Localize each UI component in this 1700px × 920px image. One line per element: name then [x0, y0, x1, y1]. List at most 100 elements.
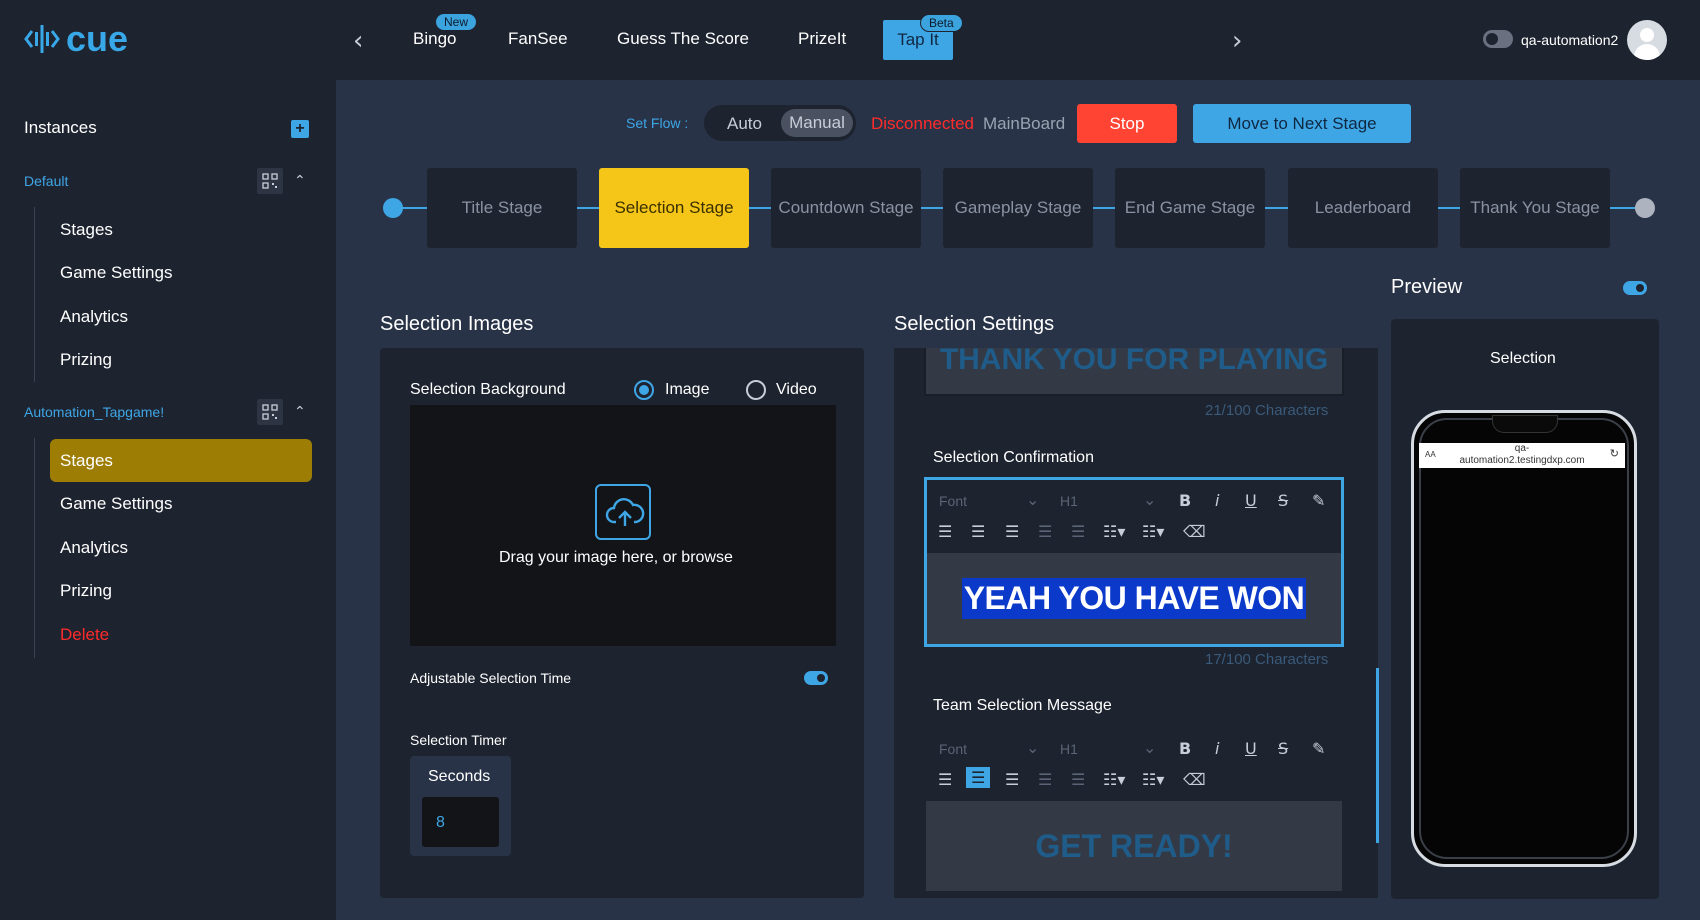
image-radio-label[interactable]: Image: [665, 381, 709, 399]
dropzone-text[interactable]: Drag your image here, or browse: [499, 549, 733, 567]
flow-manual-option[interactable]: Manual: [781, 109, 853, 137]
new-badge: New: [436, 14, 477, 30]
username: qa-automation2: [1521, 32, 1619, 48]
sidebar-item-game-settings[interactable]: Game Settings: [60, 263, 172, 283]
preview-toggle[interactable]: [1623, 281, 1647, 295]
qr-code-icon[interactable]: [257, 168, 283, 194]
nav-bingo[interactable]: Bingo: [413, 29, 456, 49]
nav-prizeit[interactable]: PrizeIt: [798, 29, 846, 49]
sidebar-item-stages-active[interactable]: Stages: [60, 451, 113, 471]
chevron-down-icon[interactable]: ⌄: [1026, 738, 1039, 757]
group-divider: [34, 438, 35, 658]
sidebar-item-analytics[interactable]: Analytics: [60, 538, 128, 558]
nav-fansee[interactable]: FanSee: [508, 29, 568, 49]
align-right-icon[interactable]: ☰: [1005, 770, 1019, 789]
confirmation-content[interactable]: YEAH YOU HAVE WON: [927, 553, 1341, 644]
bullet-list-icon[interactable]: ☷▾: [1142, 770, 1164, 789]
heading-select[interactable]: H1: [1060, 741, 1078, 757]
ordered-list-icon[interactable]: ☷▾: [1103, 522, 1125, 541]
top-bar: [0, 0, 1700, 80]
stage-start-dot: [383, 198, 403, 218]
team-message-content[interactable]: GET READY!: [926, 801, 1342, 891]
highlight-icon[interactable]: ✎: [1312, 739, 1325, 758]
bold-icon[interactable]: B: [1179, 491, 1191, 510]
indent-increase-icon[interactable]: ☰: [1071, 522, 1085, 541]
chevron-up-icon[interactable]: ⌃: [294, 404, 306, 420]
eraser-icon[interactable]: ⌫: [1183, 770, 1206, 789]
indent-decrease-icon[interactable]: ☰: [1038, 770, 1052, 789]
bullet-list-icon[interactable]: ☷▾: [1142, 522, 1164, 541]
chevron-right-icon[interactable]: ›: [1232, 26, 1242, 56]
team-message-text[interactable]: GET READY!: [1035, 828, 1232, 865]
font-select[interactable]: Font: [939, 741, 967, 757]
align-right-icon[interactable]: ☰: [1005, 522, 1019, 541]
qr-code-icon[interactable]: [257, 399, 283, 425]
thank-you-editor[interactable]: THANK YOU FOR PLAYING: [924, 348, 1344, 396]
beta-badge: Beta: [920, 14, 963, 32]
stage-gameplay[interactable]: Gameplay Stage: [943, 168, 1093, 248]
sidebar-item-delete[interactable]: Delete: [60, 625, 109, 645]
ordered-list-icon[interactable]: ☷▾: [1103, 770, 1125, 789]
italic-icon[interactable]: i: [1215, 739, 1219, 758]
timer-unit-label: Seconds: [428, 768, 491, 785]
chevron-left-icon[interactable]: ‹: [353, 26, 363, 56]
cloud-upload-icon[interactable]: [595, 484, 651, 540]
heading-select[interactable]: H1: [1060, 493, 1078, 509]
board-name: MainBoard: [983, 114, 1066, 133]
flow-auto-option[interactable]: Auto: [727, 114, 762, 134]
sidebar-item-prizing[interactable]: Prizing: [60, 581, 112, 601]
indent-decrease-icon[interactable]: ☰: [1038, 522, 1052, 541]
align-center-icon[interactable]: ☰: [971, 522, 985, 541]
indent-increase-icon[interactable]: ☰: [1071, 770, 1085, 789]
avatar[interactable]: [1627, 20, 1667, 60]
cue-logo[interactable]: cue: [24, 18, 128, 60]
stop-button[interactable]: Stop: [1077, 104, 1177, 143]
settings-scrollbar[interactable]: [1376, 668, 1379, 843]
align-center-icon[interactable]: ☰: [966, 767, 991, 788]
stage-title[interactable]: Title Stage: [427, 168, 577, 248]
phone-url-bar: AA qa- automation2.testingdxp.com ↻: [1419, 443, 1625, 468]
confirmation-text[interactable]: YEAH YOU HAVE WON: [961, 578, 1307, 619]
selection-timer-label: Selection Timer: [410, 732, 507, 748]
chevron-down-icon[interactable]: ⌄: [1143, 738, 1156, 757]
group-automation-title[interactable]: Automation_Tapgame!: [24, 404, 164, 420]
timer-input[interactable]: 8: [422, 797, 499, 847]
align-left-icon[interactable]: ☰: [938, 770, 952, 789]
plus-icon[interactable]: +: [291, 120, 309, 138]
theme-toggle[interactable]: [1483, 30, 1513, 48]
phone-notch: [1492, 415, 1558, 433]
align-left-icon[interactable]: ☰: [938, 522, 952, 541]
font-select[interactable]: Font: [939, 493, 967, 509]
stage-end-dot: [1635, 198, 1655, 218]
italic-icon[interactable]: i: [1215, 491, 1219, 510]
strikethrough-icon[interactable]: S: [1278, 491, 1288, 510]
underline-icon[interactable]: U: [1245, 739, 1257, 758]
reload-icon: ↻: [1609, 447, 1619, 460]
sidebar-item-stages[interactable]: Stages: [60, 220, 113, 240]
sidebar-item-prizing[interactable]: Prizing: [60, 350, 112, 370]
sidebar-item-analytics[interactable]: Analytics: [60, 307, 128, 327]
chevron-down-icon[interactable]: ⌄: [1026, 490, 1039, 509]
highlight-icon[interactable]: ✎: [1312, 491, 1325, 510]
group-default-title[interactable]: Default: [24, 173, 68, 189]
chevron-up-icon[interactable]: ⌃: [294, 173, 306, 189]
stage-leaderboard[interactable]: Leaderboard: [1288, 168, 1438, 248]
strikethrough-icon[interactable]: S: [1278, 739, 1288, 758]
nav-guess-the-score[interactable]: Guess The Score: [617, 29, 749, 49]
team-selection-message-label: Team Selection Message: [933, 697, 1112, 714]
underline-icon[interactable]: U: [1245, 491, 1257, 510]
sidebar-item-game-settings[interactable]: Game Settings: [60, 494, 172, 514]
stage-countdown[interactable]: Countdown Stage: [771, 168, 921, 248]
move-next-stage-button[interactable]: Move to Next Stage: [1193, 104, 1411, 143]
video-radio[interactable]: [746, 380, 766, 400]
eraser-icon[interactable]: ⌫: [1183, 522, 1206, 541]
video-radio-label[interactable]: Video: [776, 381, 817, 399]
bold-icon[interactable]: B: [1179, 739, 1191, 758]
stage-thank-you[interactable]: Thank You Stage: [1460, 168, 1610, 248]
stage-end-game[interactable]: End Game Stage: [1115, 168, 1265, 248]
stage-selection[interactable]: Selection Stage: [599, 168, 749, 248]
image-radio[interactable]: [634, 380, 654, 400]
chevron-down-icon[interactable]: ⌄: [1143, 490, 1156, 509]
confirmation-char-count: 17/100 Characters: [1205, 651, 1329, 668]
adjustable-time-toggle[interactable]: [804, 671, 828, 685]
